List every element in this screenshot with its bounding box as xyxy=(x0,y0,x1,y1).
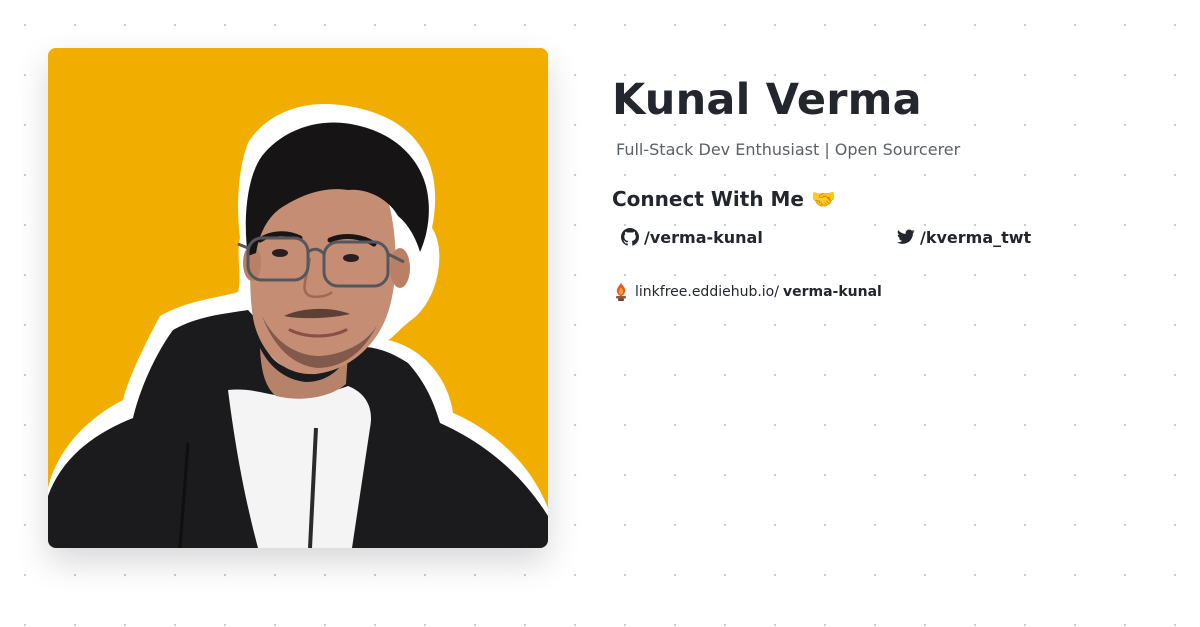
handshake-icon: 🤝 xyxy=(810,187,836,211)
profile-info: Kunal Verma Full-Stack Dev Enthusiast | … xyxy=(612,70,1172,302)
github-handle: /verma-kunal xyxy=(644,227,763,247)
linkfree-domain: linkfree.eddiehub.io/ xyxy=(635,284,779,300)
profile-photo xyxy=(48,48,548,548)
social-links: /verma-kunal /kverma_twt xyxy=(612,225,1172,249)
twitter-link[interactable]: /kverma_twt xyxy=(897,228,1031,247)
connect-heading-label: Connect With Me xyxy=(612,187,804,211)
linkfree-logo-icon xyxy=(612,282,630,302)
profile-tagline: Full-Stack Dev Enthusiast | Open Sourcer… xyxy=(616,140,961,159)
linkfree-username: verma-kunal xyxy=(782,284,882,300)
profile-photo-image xyxy=(48,48,548,548)
github-icon xyxy=(621,228,639,246)
twitter-handle: /kverma_twt xyxy=(920,227,1032,247)
connect-heading: Connect With Me 🤝 xyxy=(612,185,1172,213)
twitter-icon xyxy=(897,229,915,245)
linkfree-link[interactable]: linkfree.eddiehub.io/ verma-kunal xyxy=(612,282,1172,302)
profile-name: Kunal Verma xyxy=(612,75,922,125)
github-link[interactable]: /verma-kunal xyxy=(621,228,897,247)
